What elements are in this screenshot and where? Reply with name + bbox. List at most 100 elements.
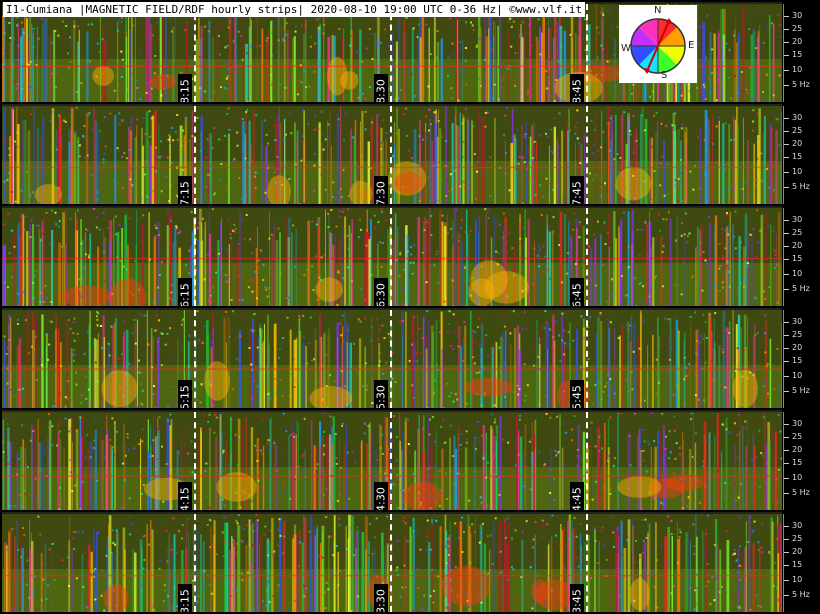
quarter-hour-marker (586, 310, 588, 408)
time-label: 14:45 (570, 482, 584, 510)
strip-hour-13: 13:15 13:30 13:45 (2, 512, 782, 612)
compass-rose: N E S W (619, 5, 697, 83)
frequency-tick-label: 30 (792, 113, 803, 122)
frequency-tick-label: 5 Hz (792, 80, 810, 89)
quarter-hour-marker (194, 208, 196, 306)
frequency-scale: 30 25 20 15 10 5 Hz (783, 412, 820, 510)
frequency-tick-label: 20 (792, 241, 803, 250)
time-label: 15:45 (570, 380, 584, 408)
frequency-tick-label: 5 Hz (792, 488, 810, 497)
frequency-tick-label: 20 (792, 343, 803, 352)
frequency-tick-label: 10 (792, 575, 803, 584)
frequency-tick-label: 20 (792, 445, 803, 454)
strip-hour-17: 17:15 17:30 17:45 (2, 104, 782, 204)
spectrogram-image (2, 310, 782, 408)
time-label: 16:15 (178, 278, 192, 306)
frequency-tick-label: 10 (792, 473, 803, 482)
quarter-hour-marker (586, 514, 588, 612)
time-label-text: 14:15 (178, 487, 192, 510)
frequency-tick-label: 10 (792, 269, 803, 278)
frequency-tick-label: 10 (792, 65, 803, 74)
quarter-hour-marker (586, 106, 588, 204)
frequency-tick-label: 5 Hz (792, 590, 810, 599)
frequency-tick-label: 15 (792, 560, 803, 569)
quarter-hour-marker (194, 106, 196, 204)
time-label-text: 17:30 (374, 181, 388, 204)
compass-south-label: S (661, 70, 668, 81)
quarter-hour-marker (194, 310, 196, 408)
quarter-hour-marker (586, 412, 588, 510)
quarter-hour-marker (390, 4, 392, 102)
quarter-hour-marker (390, 208, 392, 306)
time-label: 16:45 (570, 278, 584, 306)
frequency-scale: 30 25 20 15 10 5 Hz (783, 310, 820, 408)
time-label-text: 16:15 (178, 283, 192, 306)
quarter-hour-marker (586, 208, 588, 306)
frequency-tick-label: 25 (792, 432, 803, 441)
frequency-tick-label: 10 (792, 371, 803, 380)
time-label-text: 16:45 (570, 283, 584, 306)
frequency-tick-label: 15 (792, 50, 803, 59)
frequency-tick-label: 15 (792, 458, 803, 467)
frequency-tick-label: 25 (792, 24, 803, 33)
time-label: 14:15 (178, 482, 192, 510)
frequency-tick-label: 5 Hz (792, 182, 810, 191)
frequency-tick-label: 10 (792, 167, 803, 176)
time-label-text: 17:15 (178, 181, 192, 204)
time-label-text: 18:45 (570, 79, 584, 102)
frequency-tick-label: 5 Hz (792, 386, 810, 395)
time-label: 18:30 (374, 74, 388, 102)
time-label-text: 14:45 (570, 487, 584, 510)
spectrogram-image (2, 208, 782, 306)
time-label-text: 13:30 (374, 589, 388, 612)
time-label: 18:15 (178, 74, 192, 102)
time-label: 13:30 (374, 584, 388, 612)
time-label-text: 17:45 (570, 181, 584, 204)
frequency-scale: 30 25 20 15 10 5 Hz (783, 208, 820, 306)
frequency-tick-label: 30 (792, 11, 803, 20)
strip-hour-16: 16:15 16:30 16:45 (2, 206, 782, 306)
compass-east-label: E (688, 40, 695, 51)
spectrogram-image (2, 106, 782, 204)
chart-title: I1-Cumiana |MAGNETIC FIELD/RDF hourly st… (3, 2, 586, 17)
time-label-text: 14:30 (374, 487, 388, 510)
frequency-tick-label: 20 (792, 547, 803, 556)
frequency-tick-label: 25 (792, 330, 803, 339)
compass-west-label: W (621, 43, 631, 54)
time-label-text: 18:30 (374, 79, 388, 102)
quarter-hour-marker (390, 412, 392, 510)
quarter-hour-marker (194, 412, 196, 510)
spectrogram-image (2, 514, 782, 612)
quarter-hour-marker (194, 514, 196, 612)
frequency-tick-label: 30 (792, 419, 803, 428)
quarter-hour-marker (390, 514, 392, 612)
frequency-tick-label: 30 (792, 215, 803, 224)
time-label: 18:45 (570, 74, 584, 102)
frequency-tick-label: 25 (792, 534, 803, 543)
time-label: 13:15 (178, 584, 192, 612)
time-label: 17:15 (178, 176, 192, 204)
time-label: 17:30 (374, 176, 388, 204)
spectrogram-strips: 18:15 18:30 18:45 30 25 20 15 10 5 Hz 17:15 17:30 1… (0, 0, 820, 614)
time-label-text: 18:15 (178, 79, 192, 102)
frequency-tick-label: 20 (792, 37, 803, 46)
strip-hour-14: 14:15 14:30 14:45 (2, 410, 782, 510)
quarter-hour-marker (194, 4, 196, 102)
frequency-scale: 30 25 20 15 10 5 Hz (783, 106, 820, 204)
frequency-tick-label: 30 (792, 521, 803, 530)
frequency-tick-label: 15 (792, 254, 803, 263)
frequency-tick-label: 15 (792, 356, 803, 365)
time-label-text: 13:45 (570, 589, 584, 612)
time-label: 15:15 (178, 380, 192, 408)
spectrogram-image (2, 412, 782, 510)
quarter-hour-marker (390, 106, 392, 204)
compass-north-label: N (654, 5, 662, 16)
frequency-tick-label: 30 (792, 317, 803, 326)
time-label-text: 15:30 (374, 385, 388, 408)
time-label: 14:30 (374, 482, 388, 510)
time-label: 15:30 (374, 380, 388, 408)
time-label-text: 15:45 (570, 385, 584, 408)
frequency-scale: 30 25 20 15 10 5 Hz (783, 4, 820, 102)
time-label: 16:30 (374, 278, 388, 306)
time-label-text: 15:15 (178, 385, 192, 408)
